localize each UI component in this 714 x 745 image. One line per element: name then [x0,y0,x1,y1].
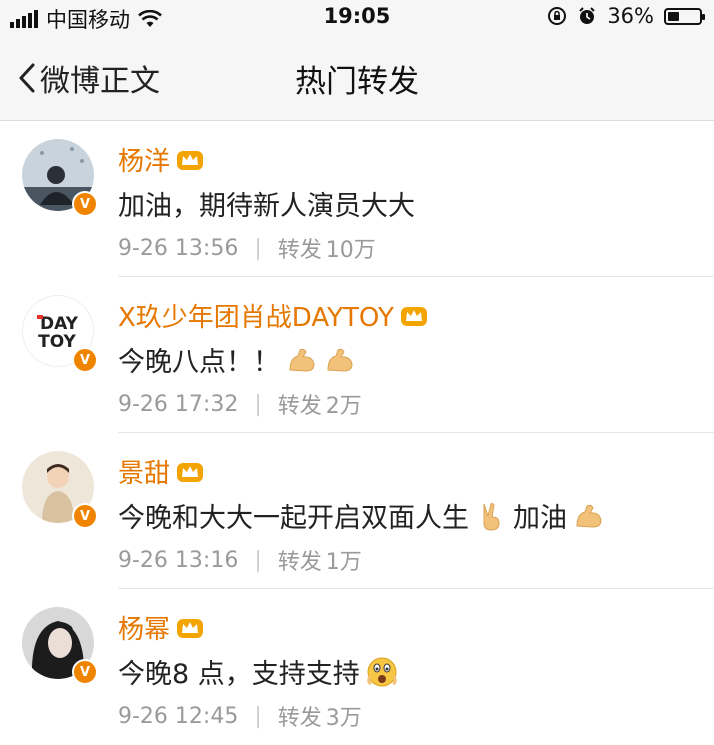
username-label: 杨幂 [118,615,171,645]
username[interactable]: 杨幂 [118,609,204,646]
repost-text-content: 今晚八点！！ [118,347,280,378]
navigation-bar: 微博正文 热门转发 [0,34,714,121]
crown-icon [177,618,204,638]
alarm-clock-icon [579,7,596,24]
repost-label: 转发 [277,706,322,731]
meta-divider: | [254,703,262,729]
repost-text-suffix: 加油 [513,503,567,534]
list-item[interactable]: V 杨洋 加油，期待新人演员大大 9-26 13:56 | 转发 10万 [0,121,714,277]
verified-badge: V [72,503,98,529]
repost-text-content: 今晚和大大一起开启双面人生 [118,503,469,534]
repost-meta: 9-26 12:45 | 转发 3万 [118,700,362,732]
username[interactable]: 景甜 [118,453,204,490]
flexed-biceps-icon [327,348,353,372]
repost-text: 今晚八点！！ [118,340,356,379]
repost-label: 转发 [277,394,322,419]
timestamp: 9-26 13:56 [118,235,239,261]
repost-list: V 杨洋 加油，期待新人演员大大 9-26 13:56 | 转发 10万 DAY… [0,121,714,745]
meta-divider: | [254,235,262,261]
repost-text: 今晚和大大一起开启双面人生 加油 [118,496,605,535]
timestamp: 9-26 13:16 [118,547,239,573]
battery-percent: 36% [607,4,654,28]
repost-count: 2万 [325,394,362,419]
flexed-biceps-icon [576,504,602,528]
svg-text:TOY: TOY [38,332,76,352]
repost-count: 3万 [325,706,362,731]
verified-badge: V [72,347,98,373]
repost-meta: 9-26 17:32 | 转发 2万 [118,388,362,420]
timestamp: 9-26 17:32 [118,391,239,417]
crown-icon [177,150,204,170]
crown-icon [400,306,427,326]
repost-text: 今晚8 点，支持支持 [118,652,398,691]
username-label: 杨洋 [118,147,171,177]
list-item[interactable]: V 景甜 今晚和大大一起开启双面人生 加油 9-26 13:16 | 转发 1万 [0,433,714,589]
status-bar: 中国移动 19:05 36% [0,0,714,34]
repost-count: 10万 [325,238,376,263]
victory-hand-icon [483,502,500,531]
meta-divider: | [254,547,262,573]
username-label: 景甜 [118,459,171,489]
username[interactable]: 杨洋 [118,141,204,178]
surprised-face-icon [367,657,397,686]
timestamp: 9-26 12:45 [118,703,239,729]
repost-meta: 9-26 13:16 | 转发 1万 [118,544,362,576]
repost-text-content: 加油，期待新人演员大大 [118,191,415,222]
verified-badge: V [72,659,98,685]
meta-divider: | [254,391,262,417]
crown-icon [177,462,204,482]
username[interactable]: X玖少年团肖战DAYTOY [118,297,428,334]
page-title: 热门转发 [295,64,419,100]
svg-text:DAY: DAY [40,314,79,334]
username-label: X玖少年团肖战DAYTOY [118,303,394,333]
rotation-lock-icon [548,7,567,25]
repost-text-content: 今晚8 点，支持支持 [118,659,360,690]
list-item[interactable]: DAY TOY V X玖少年团肖战DAYTOY 今晚八点！！ 9-26 17:3… [0,277,714,433]
flexed-biceps-icon [289,348,315,372]
battery-icon [664,7,705,25]
repost-text: 加油，期待新人演员大大 [118,184,415,223]
verified-badge: V [72,191,98,217]
repost-label: 转发 [277,550,322,575]
repost-count: 1万 [325,550,362,575]
repost-label: 转发 [277,238,322,263]
repost-meta: 9-26 13:56 | 转发 10万 [118,232,376,264]
list-item[interactable]: V 杨幂 今晚8 点，支持支持 9-26 12:45 | 转发 3万 [0,589,714,745]
